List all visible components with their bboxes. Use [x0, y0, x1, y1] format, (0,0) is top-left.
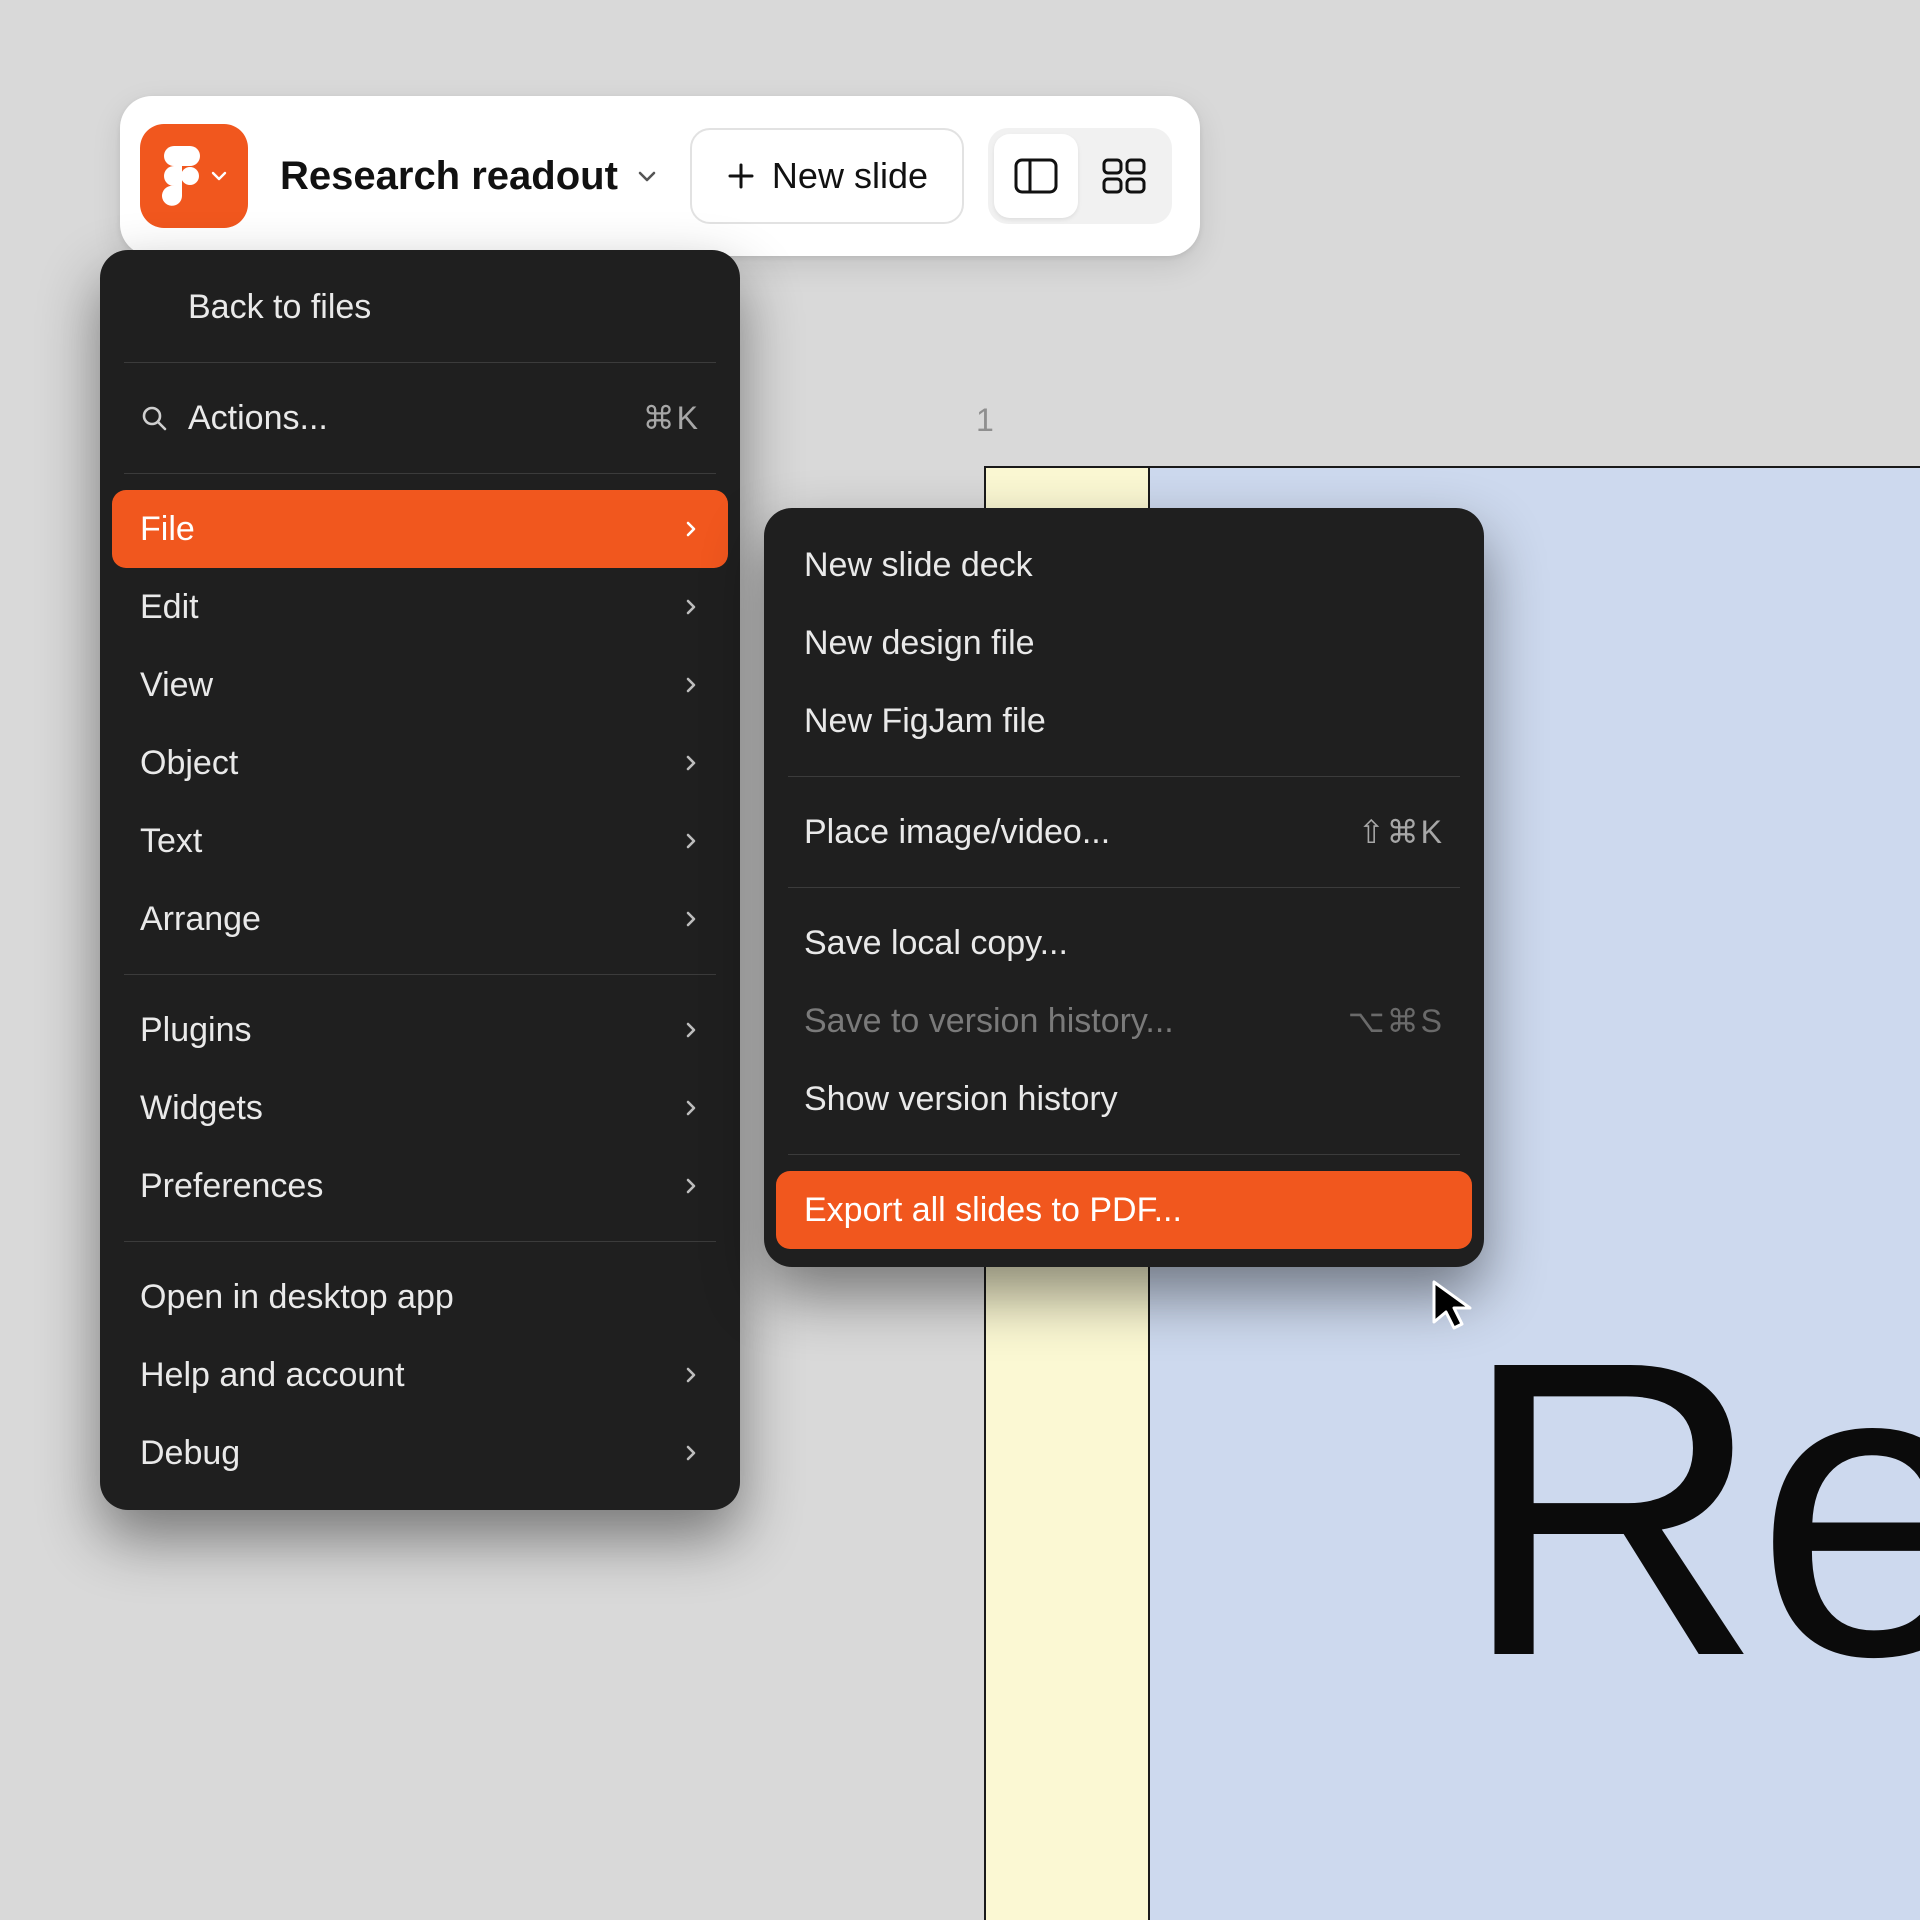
submenu-item-new-design-file[interactable]: New design file: [764, 604, 1484, 682]
menu-separator: [124, 974, 716, 975]
menu-item-arrange[interactable]: Arrange: [100, 880, 740, 958]
plus-icon: [726, 161, 756, 191]
menu-item-object[interactable]: Object: [100, 724, 740, 802]
menu-separator: [124, 362, 716, 363]
chevron-right-icon: [682, 1444, 700, 1462]
menu-label: Object: [140, 744, 662, 783]
menu-label: Show version history: [804, 1080, 1444, 1119]
figma-logo-icon: [162, 146, 202, 206]
file-submenu: New slide deck New design file New FigJa…: [764, 508, 1484, 1267]
menu-label: Save to version history...: [804, 1002, 1328, 1041]
menu-item-help[interactable]: Help and account: [100, 1336, 740, 1414]
single-view-button[interactable]: [994, 134, 1078, 218]
document-title[interactable]: Research readout: [272, 154, 666, 199]
menu-item-plugins[interactable]: Plugins: [100, 991, 740, 1069]
menu-label: New slide deck: [804, 546, 1444, 585]
menu-label: Arrange: [140, 900, 662, 939]
submenu-item-show-history[interactable]: Show version history: [764, 1060, 1484, 1138]
view-mode-toggle: [988, 128, 1172, 224]
menu-item-debug[interactable]: Debug: [100, 1414, 740, 1492]
shortcut-text: ⇧⌘K: [1358, 813, 1444, 851]
chevron-right-icon: [682, 1021, 700, 1039]
new-slide-label: New slide: [772, 155, 928, 197]
chevron-down-icon: [210, 167, 228, 185]
slide-title-text: Res: [1460, 1268, 1920, 1751]
chevron-down-icon: [636, 165, 658, 187]
menu-label: Open in desktop app: [140, 1278, 700, 1317]
chevron-right-icon: [682, 598, 700, 616]
menu-label: Save local copy...: [804, 924, 1444, 963]
menu-label: Text: [140, 822, 662, 861]
submenu-item-new-figjam[interactable]: New FigJam file: [764, 682, 1484, 760]
search-icon: [140, 404, 168, 432]
submenu-item-save-local[interactable]: Save local copy...: [764, 904, 1484, 982]
figma-menu-button[interactable]: [140, 124, 248, 228]
slide-number: 1: [976, 402, 994, 439]
menu-label: Edit: [140, 588, 662, 627]
chevron-right-icon: [682, 754, 700, 772]
shortcut-text: ⌥⌘S: [1348, 1002, 1444, 1040]
main-menu: Back to files Actions... ⌘K File Edit Vi…: [100, 250, 740, 1510]
submenu-item-new-slide-deck[interactable]: New slide deck: [764, 526, 1484, 604]
menu-separator: [124, 473, 716, 474]
chevron-right-icon: [682, 1099, 700, 1117]
menu-label: Plugins: [140, 1011, 662, 1050]
menu-label: Back to files: [188, 288, 700, 327]
menu-label: View: [140, 666, 662, 705]
menu-separator: [124, 1241, 716, 1242]
menu-item-widgets[interactable]: Widgets: [100, 1069, 740, 1147]
chevron-right-icon: [682, 1366, 700, 1384]
menu-separator: [788, 1154, 1460, 1155]
menu-label: New FigJam file: [804, 702, 1444, 741]
new-slide-button[interactable]: New slide: [690, 128, 964, 224]
menu-label: Place image/video...: [804, 813, 1338, 852]
menu-label: Help and account: [140, 1356, 662, 1395]
menu-label: Actions...: [188, 399, 623, 438]
submenu-item-export-pdf[interactable]: Export all slides to PDF...: [776, 1171, 1472, 1249]
chevron-right-icon: [682, 1177, 700, 1195]
menu-label: Preferences: [140, 1167, 662, 1206]
menu-label: Widgets: [140, 1089, 662, 1128]
submenu-item-save-version: Save to version history... ⌥⌘S: [764, 982, 1484, 1060]
menu-item-open-desktop[interactable]: Open in desktop app: [100, 1258, 740, 1336]
submenu-item-place-media[interactable]: Place image/video... ⇧⌘K: [764, 793, 1484, 871]
menu-item-text[interactable]: Text: [100, 802, 740, 880]
menu-separator: [788, 776, 1460, 777]
menu-label: File: [140, 510, 662, 549]
chevron-right-icon: [682, 676, 700, 694]
top-toolbar: Research readout New slide: [120, 96, 1200, 256]
menu-label: Export all slides to PDF...: [804, 1191, 1444, 1230]
menu-label: Debug: [140, 1434, 662, 1473]
chevron-right-icon: [682, 832, 700, 850]
menu-item-edit[interactable]: Edit: [100, 568, 740, 646]
shortcut-text: ⌘K: [643, 399, 700, 437]
chevron-right-icon: [682, 520, 700, 538]
chevron-right-icon: [682, 910, 700, 928]
menu-separator: [788, 887, 1460, 888]
menu-item-view[interactable]: View: [100, 646, 740, 724]
menu-item-actions[interactable]: Actions... ⌘K: [100, 379, 740, 457]
menu-item-back[interactable]: Back to files: [100, 268, 740, 346]
menu-item-preferences[interactable]: Preferences: [100, 1147, 740, 1225]
menu-item-file[interactable]: File: [112, 490, 728, 568]
menu-label: New design file: [804, 624, 1444, 663]
document-title-text: Research readout: [280, 154, 618, 199]
grid-view-button[interactable]: [1082, 134, 1166, 218]
